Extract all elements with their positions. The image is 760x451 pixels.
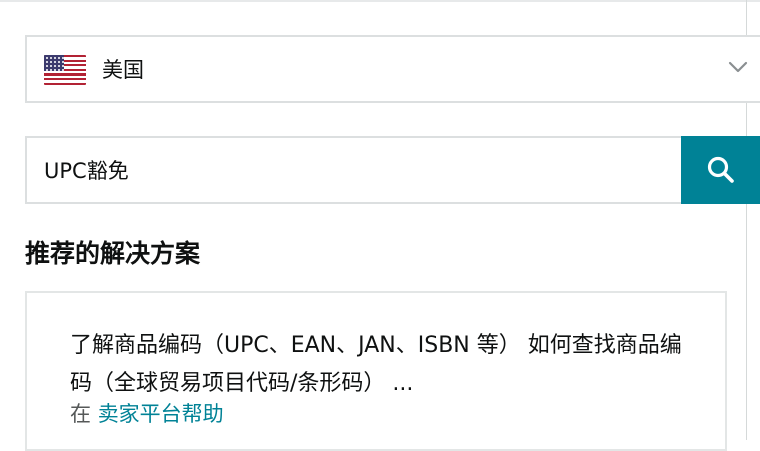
us-flag-icon [44,55,86,85]
top-divider [0,0,760,2]
chevron-down-icon [728,61,748,73]
search-button[interactable] [681,136,760,204]
country-select[interactable]: 美国 [25,35,760,103]
search-box [25,136,683,204]
country-select-value: 美国 [102,58,144,82]
source-prefix: 在 [70,402,91,426]
result-title-link[interactable]: 了解商品编码（UPC、EAN、JAN、ISBN 等） 如何查找商品编码（全球贸易… [70,327,695,403]
result-card: 了解商品编码（UPC、EAN、JAN、ISBN 等） 如何查找商品编码（全球贸易… [25,291,727,451]
result-source: 在 卖家平台帮助 [70,401,224,427]
search-icon [707,156,734,183]
recommended-solutions-heading: 推荐的解决方案 [25,239,201,268]
search-input[interactable] [27,138,681,202]
source-link[interactable]: 卖家平台帮助 [98,402,224,426]
